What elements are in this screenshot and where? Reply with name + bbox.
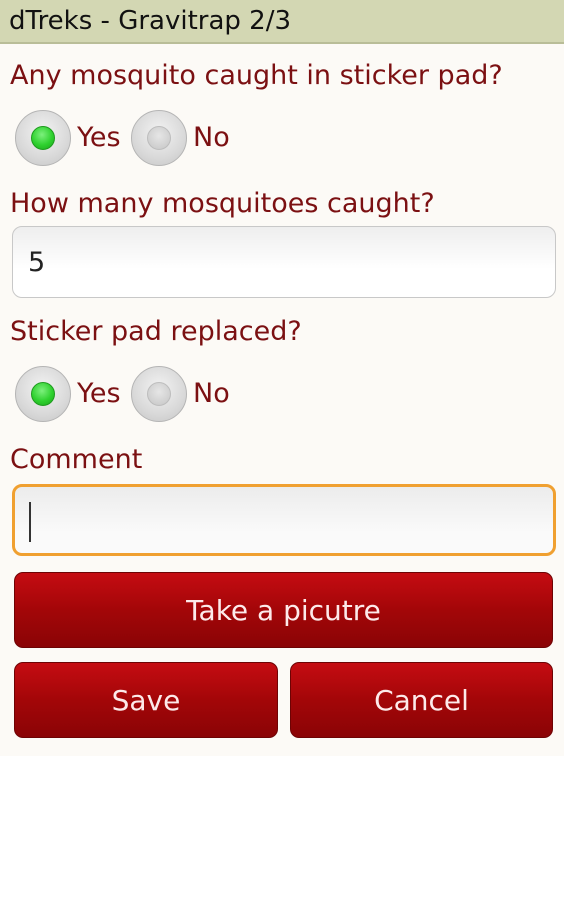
window-title: dTreks - Gravitrap 2/3 xyxy=(9,6,292,36)
comment-input[interactable] xyxy=(12,484,556,556)
mosquito-caught-label: Any mosquito caught in sticker pad? xyxy=(10,60,503,91)
comment-label: Comment xyxy=(10,444,143,475)
take-picture-button[interactable]: Take a picutre xyxy=(14,572,553,648)
radio-unselected-icon xyxy=(147,382,171,406)
radio-selected-icon xyxy=(31,126,55,150)
pad-replaced-label: Sticker pad replaced? xyxy=(10,316,302,347)
pad-replaced-yes-radio[interactable] xyxy=(15,366,71,422)
mosquito-count-input[interactable]: 5 xyxy=(12,226,556,298)
pad-replaced-no-radio[interactable] xyxy=(131,366,187,422)
mosquito-caught-yes-radio[interactable] xyxy=(15,110,71,166)
mosquito-caught-no-radio[interactable] xyxy=(131,110,187,166)
radio-selected-icon xyxy=(31,382,55,406)
form: Any mosquito caught in sticker pad? Yes … xyxy=(0,44,564,756)
radio-unselected-icon xyxy=(147,126,171,150)
mosquito-count-value: 5 xyxy=(28,247,46,278)
cancel-button[interactable]: Cancel xyxy=(290,662,553,738)
screen: dTreks - Gravitrap 2/3 Any mosquito caug… xyxy=(0,0,564,900)
pad-replaced-no-label[interactable]: No xyxy=(193,378,230,409)
mosquito-caught-no-label[interactable]: No xyxy=(193,122,230,153)
pad-replaced-yes-label[interactable]: Yes xyxy=(77,378,121,409)
mosquito-count-label: How many mosquitoes caught? xyxy=(10,188,435,219)
save-button[interactable]: Save xyxy=(14,662,278,738)
title-bar: dTreks - Gravitrap 2/3 xyxy=(0,0,564,44)
text-cursor xyxy=(29,502,31,542)
mosquito-caught-yes-label[interactable]: Yes xyxy=(77,122,121,153)
